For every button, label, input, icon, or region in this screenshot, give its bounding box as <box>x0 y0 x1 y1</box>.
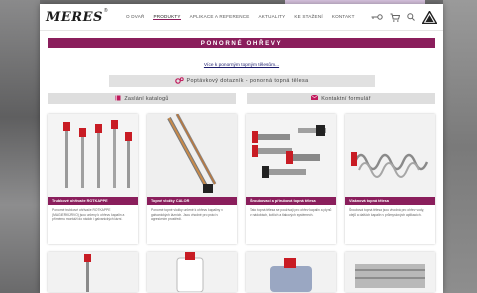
product-card-title: Trubkové ohřívače ROTKAPPE <box>48 197 138 205</box>
contact-form-label: Kontaktní formulář <box>321 95 371 102</box>
gears-icon <box>174 76 184 86</box>
book-icon <box>115 95 121 103</box>
more-info-link[interactable]: Více k ponorným topným tělesům... <box>204 63 279 68</box>
cta-row: Zaslání katalogů Kontaktní formulář <box>48 93 435 104</box>
catalog-request-button[interactable]: Zaslání katalogů <box>48 93 236 104</box>
product-card[interactable] <box>48 252 138 292</box>
background-right <box>443 0 477 293</box>
product-card-title: Topné vložky CALOR <box>147 197 237 205</box>
product-card[interactable]: Trubkové ohřívače ROTKAPPE Ponorné trubk… <box>48 114 138 244</box>
page-title: PONORNÉ OHŘEVY <box>48 38 435 48</box>
product-card-title: Vlaknová topná tělesa <box>345 197 435 205</box>
product-card-title: Šroubovací a přírubová topná tělesa <box>246 197 336 205</box>
main-navigation: O DVAŘ PRODUKTY APLIKACE A REFERENCE AKT… <box>126 14 355 20</box>
key-icon[interactable] <box>371 14 383 20</box>
main-content: PONORNÉ OHŘEVY Více k ponorným topným tě… <box>48 38 435 292</box>
link-row: Více k ponorným topným tělesům... <box>48 53 435 71</box>
product-card[interactable] <box>246 252 336 292</box>
nav-item-contact[interactable]: KONTAKT <box>332 14 355 20</box>
product-image-row2-2 <box>176 252 204 292</box>
brand-triangle-icon[interactable] <box>422 10 437 24</box>
product-card[interactable] <box>147 252 237 292</box>
nav-item-news[interactable]: AKTUALITY <box>259 14 286 20</box>
product-card[interactable] <box>345 252 435 292</box>
site-header: MERES ® O DVAŘ PRODUKTY APLIKACE A REFER… <box>40 4 443 31</box>
product-card[interactable]: Vlaknová topná tělesa Šroubová topná těl… <box>345 114 435 244</box>
product-image-row2-1 <box>84 254 91 292</box>
nav-item-references[interactable]: APLIKACE A REFERENCE <box>190 14 250 20</box>
site-logo[interactable]: MERES ® <box>46 8 116 26</box>
product-image-heating-inserts <box>147 114 237 197</box>
cart-icon[interactable] <box>390 13 400 22</box>
web-page: MERES ® O DVAŘ PRODUKTY APLIKACE A REFER… <box>40 4 443 293</box>
contact-form-button[interactable]: Kontaktní formulář <box>247 93 435 104</box>
envelope-icon <box>311 94 319 102</box>
product-image-row2-4 <box>355 264 425 288</box>
product-card[interactable]: Topné vložky CALOR Ponorné topné vložky … <box>147 114 237 244</box>
product-card-description: Tato topná tělesa se používají pro ohřev… <box>250 208 332 217</box>
product-card-description: Ponorné topné vložky určené k ohřevu kap… <box>151 208 223 222</box>
product-image-tubular-heaters <box>48 114 138 197</box>
nav-item-products[interactable]: PRODUKTY <box>153 14 181 20</box>
background-left <box>0 0 40 293</box>
nav-item-about[interactable]: O DVAŘ <box>126 14 144 20</box>
product-card-description: Ponorné trubkové ohřívače ROTKAPPE (MAGI… <box>52 208 125 222</box>
search-icon[interactable] <box>407 13 415 21</box>
product-image-coil-heaters <box>345 114 435 197</box>
catalog-request-label: Zaslání katalogů <box>124 95 169 102</box>
product-grid: Trubkové ohřívače ROTKAPPE Ponorné trubk… <box>48 114 435 292</box>
logo-text: MERES <box>46 9 103 25</box>
inquiry-form-button[interactable]: Poptávkový dotazník - ponorná topná těle… <box>108 75 375 87</box>
product-card[interactable]: Šroubovací a přírubová topná tělesa Tato… <box>246 114 336 244</box>
product-image-row2-3 <box>270 258 312 292</box>
inquiry-form-label: Poptávkový dotazník - ponorná topná těle… <box>186 78 309 84</box>
logo-registered-mark: ® <box>103 8 108 14</box>
header-tools <box>371 10 437 24</box>
nav-item-downloads[interactable]: KE STAŽENÍ <box>294 14 322 20</box>
product-card-description: Šroubová topná tělesa jsou vhodná pro oh… <box>349 208 425 217</box>
product-image-flange-heaters <box>246 114 336 197</box>
